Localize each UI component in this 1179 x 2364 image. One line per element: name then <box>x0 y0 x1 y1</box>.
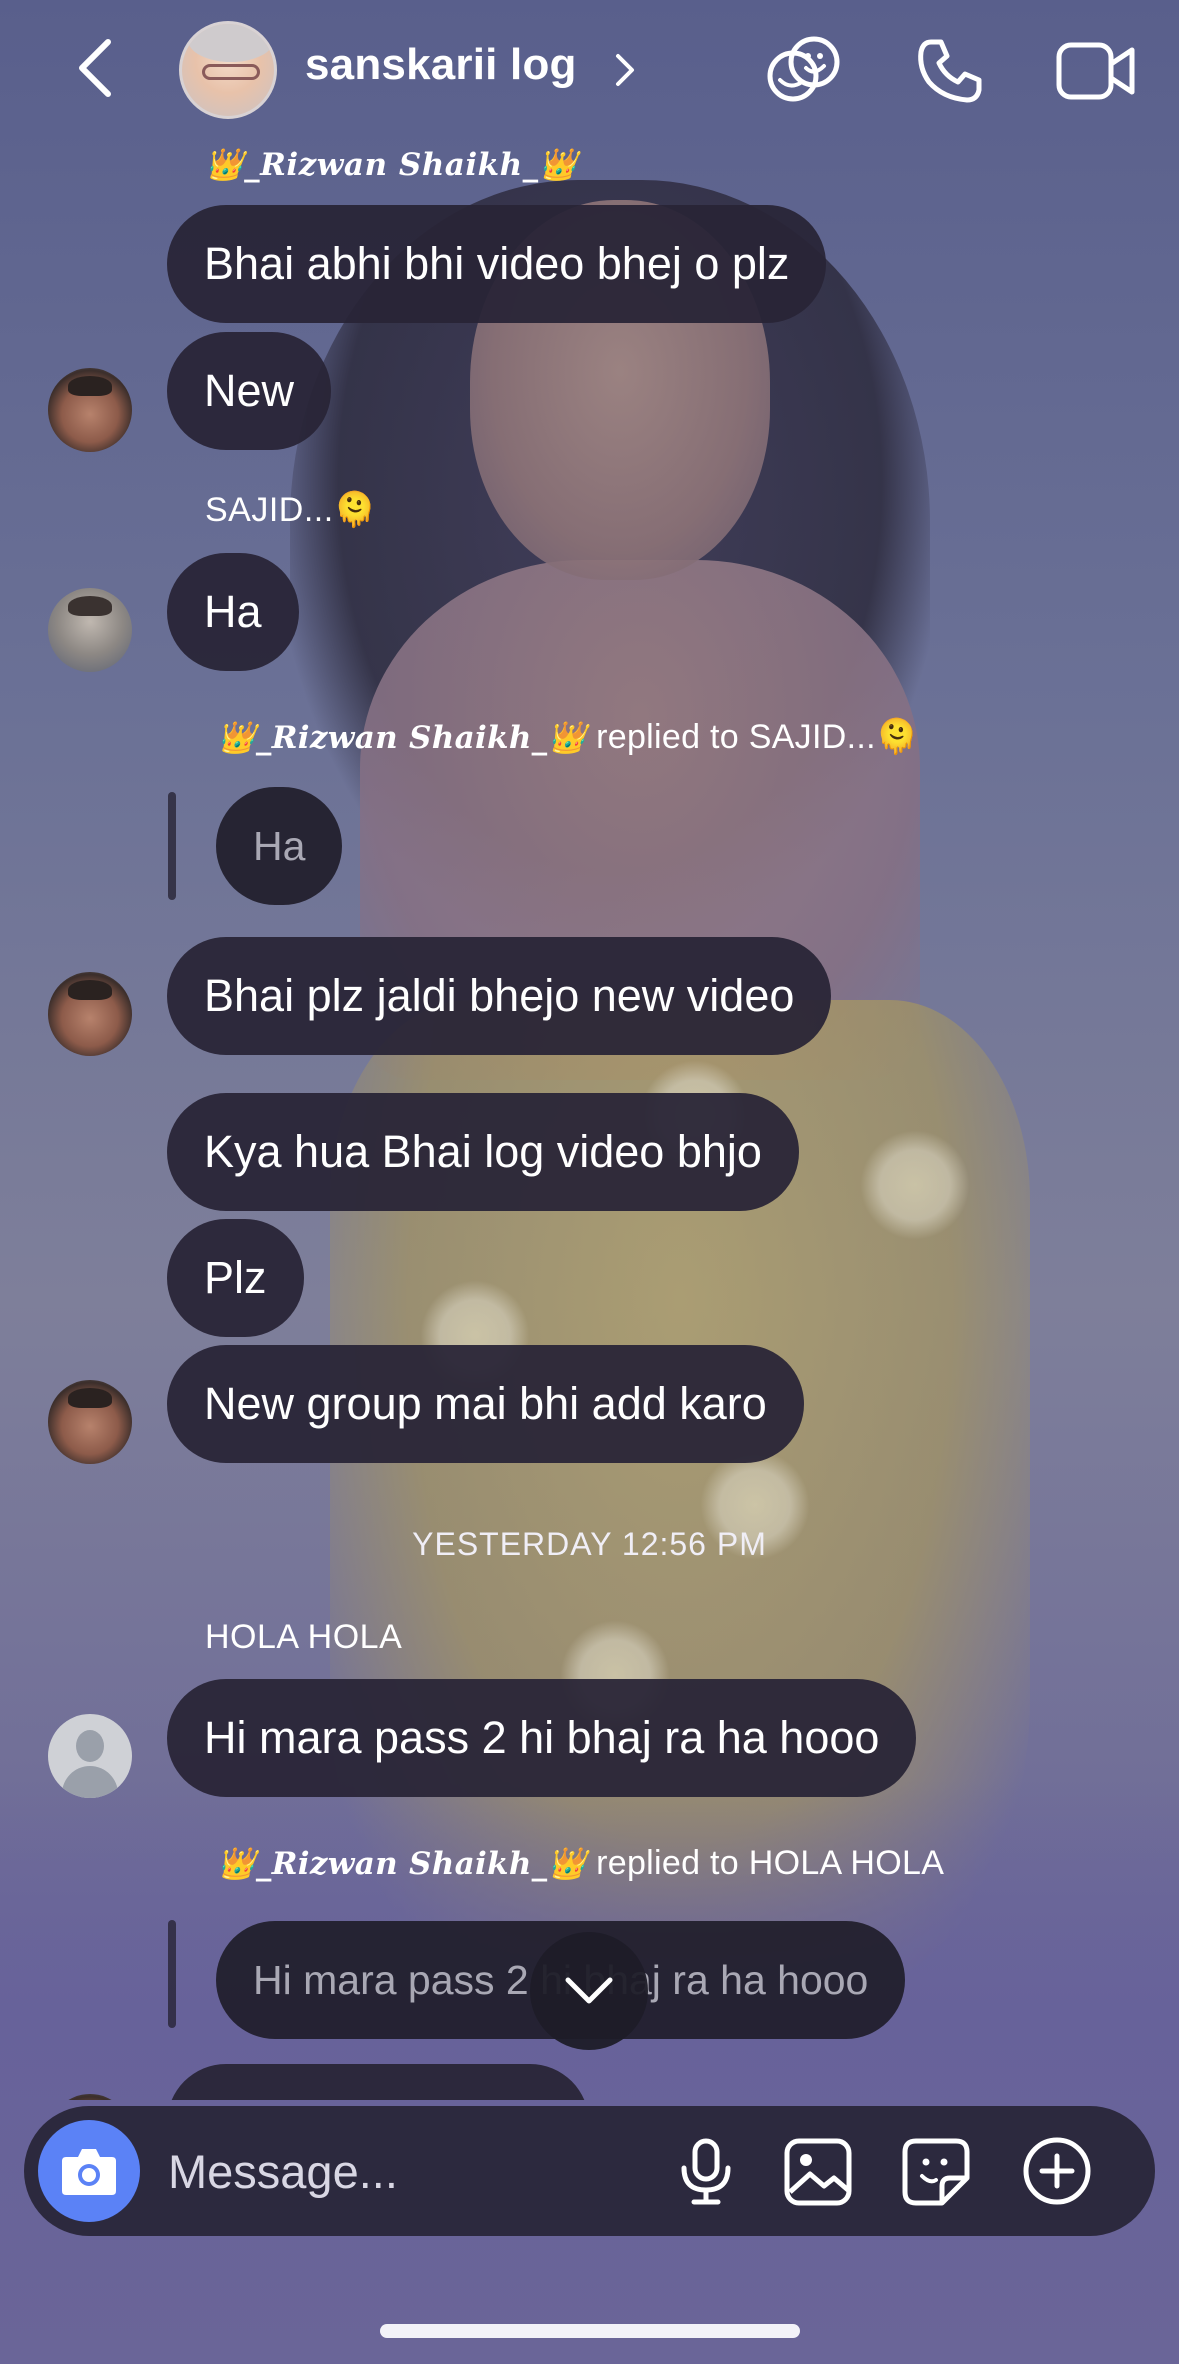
reply-bar <box>168 792 176 900</box>
quoted-message[interactable]: Ha <box>216 787 343 905</box>
phone-icon[interactable] <box>915 36 985 106</box>
chevron-down-icon <box>565 1977 613 2004</box>
sticker-icon[interactable] <box>902 2138 970 2206</box>
message-bubble[interactable]: New <box>167 332 332 450</box>
message-input[interactable] <box>168 2136 648 2206</box>
camera-icon <box>62 2149 116 2195</box>
message-list[interactable]: 👑_Rizwan Shaikh_👑 Bhai abhi bhi video bh… <box>0 140 1179 2100</box>
group-name[interactable]: sanskarii log <box>305 40 577 90</box>
message-composer <box>24 2106 1155 2236</box>
chevron-right-icon[interactable] <box>614 52 636 88</box>
video-call-icon[interactable] <box>1056 40 1136 102</box>
effects-emoji-icon[interactable] <box>766 32 842 108</box>
reply-context: 👑_Rizwan Shaikh_👑 replied to SAJID...🫠 <box>217 717 918 757</box>
scroll-to-bottom-button[interactable] <box>530 1932 648 2050</box>
gallery-icon[interactable] <box>784 2138 852 2206</box>
avatar[interactable] <box>48 1714 132 1798</box>
message-bubble[interactable]: Kya hua Bhai log video bhjo <box>167 1093 799 1211</box>
camera-button[interactable] <box>38 2120 140 2222</box>
microphone-icon[interactable] <box>678 2138 734 2206</box>
reply-target: replied to HOLA HOLA <box>596 1844 945 1882</box>
reply-bar <box>168 1920 176 2028</box>
message-bubble[interactable]: Bhai plz jaldi bhejo new video <box>167 937 832 1055</box>
home-indicator[interactable] <box>380 2324 800 2338</box>
message-bubble[interactable]: Plz <box>167 1219 304 1337</box>
message-bubble[interactable]: Bhai abhi bhi video bhej o plz <box>167 205 827 323</box>
message-bubble[interactable]: Bhai free fand biii <box>167 2064 589 2100</box>
avatar[interactable] <box>48 972 132 1056</box>
message-bubble[interactable]: Ha <box>167 553 299 671</box>
avatar[interactable] <box>48 1380 132 1464</box>
message-bubble[interactable]: New group mai bhi add karo <box>167 1345 804 1463</box>
reply-target: replied to SAJID...🫠 <box>596 718 919 756</box>
plus-circle-icon[interactable] <box>1022 2136 1092 2206</box>
avatar[interactable] <box>48 588 132 672</box>
reply-sender: 👑_Rizwan Shaikh_👑 <box>217 720 587 756</box>
reply-sender: 👑_Rizwan Shaikh_👑 <box>217 1846 587 1882</box>
avatar[interactable] <box>48 368 132 452</box>
date-separator: YESTERDAY 12:56 PM <box>412 1526 767 1562</box>
group-avatar[interactable] <box>179 21 277 119</box>
reply-context: 👑_Rizwan Shaikh_👑 replied to HOLA HOLA <box>217 1844 944 1883</box>
back-icon[interactable] <box>70 36 120 100</box>
message-bubble[interactable]: Hi mara pass 2 hi bhaj ra ha hooo <box>167 1679 917 1797</box>
avatar[interactable] <box>48 2094 132 2100</box>
sender-name: HOLA HOLA <box>205 1618 403 1656</box>
sender-name: SAJID...🫠 <box>205 491 377 529</box>
chat-header: sanskarii log <box>0 0 1179 140</box>
sender-name: 👑_Rizwan Shaikh_👑 <box>205 147 578 183</box>
